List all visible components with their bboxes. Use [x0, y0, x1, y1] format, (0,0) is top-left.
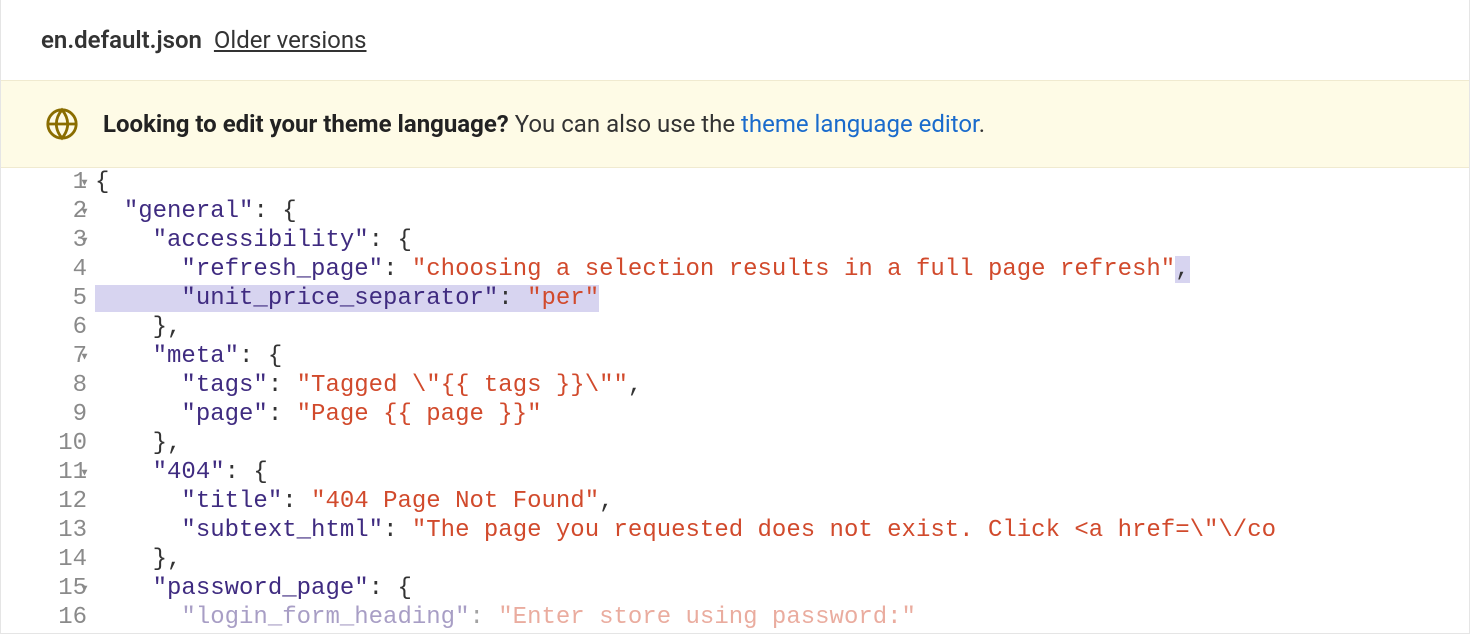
globe-icon [45, 107, 79, 141]
line-number: 12 [1, 487, 87, 516]
file-header: en.default.json Older versions [1, 0, 1469, 80]
code-line[interactable]: }, [95, 313, 1469, 342]
line-number: 7▾ [1, 342, 87, 371]
code-line[interactable]: "accessibility": { [95, 226, 1469, 255]
line-number: 16 [1, 603, 87, 632]
line-number: 14 [1, 545, 87, 574]
line-number: 8 [1, 371, 87, 400]
code-line[interactable]: "subtext_html": "The page you requested … [95, 516, 1469, 545]
line-number: 15▾ [1, 574, 87, 603]
line-number: 13 [1, 516, 87, 545]
line-number: 1▾ [1, 168, 87, 197]
code-line[interactable]: }, [95, 545, 1469, 574]
code-content[interactable]: { "general": { "accessibility": { "refre… [95, 168, 1469, 632]
code-line[interactable]: "password_page": { [95, 574, 1469, 603]
code-line[interactable]: { [95, 168, 1469, 197]
code-line[interactable]: "meta": { [95, 342, 1469, 371]
code-line[interactable]: "tags": "Tagged \"{{ tags }}\"", [95, 371, 1469, 400]
code-line[interactable]: "general": { [95, 197, 1469, 226]
fold-chevron-icon[interactable]: ▾ [80, 342, 89, 371]
code-line[interactable]: "title": "404 Page Not Found", [95, 487, 1469, 516]
code-line[interactable]: "login_form_heading": "Enter store using… [95, 603, 1469, 632]
code-line[interactable]: "page": "Page {{ page }}" [95, 400, 1469, 429]
fold-chevron-icon[interactable]: ▾ [80, 197, 89, 226]
line-number: 3▾ [1, 226, 87, 255]
line-number: 6 [1, 313, 87, 342]
banner-text: Looking to edit your theme language? You… [103, 110, 985, 138]
language-edit-banner: Looking to edit your theme language? You… [1, 80, 1469, 168]
fold-chevron-icon[interactable]: ▾ [80, 168, 89, 197]
filename: en.default.json [41, 26, 202, 54]
line-number: 11▾ [1, 458, 87, 487]
fold-chevron-icon[interactable]: ▾ [80, 226, 89, 255]
line-number: 5 [1, 284, 87, 313]
line-number: 9 [1, 400, 87, 429]
code-line[interactable]: }, [95, 429, 1469, 458]
fold-chevron-icon[interactable]: ▾ [80, 458, 89, 487]
code-line[interactable]: "unit_price_separator": "per" [95, 284, 1469, 313]
code-line[interactable]: "refresh_page": "choosing a selection re… [95, 255, 1469, 284]
code-editor[interactable]: 1▾2▾3▾4567▾891011▾12131415▾16 { "general… [1, 168, 1469, 632]
line-number-gutter: 1▾2▾3▾4567▾891011▾12131415▾16 [1, 168, 95, 632]
fold-chevron-icon[interactable]: ▾ [80, 574, 89, 603]
line-number: 4 [1, 255, 87, 284]
line-number: 2▾ [1, 197, 87, 226]
line-number: 10 [1, 429, 87, 458]
older-versions-link[interactable]: Older versions [214, 26, 367, 54]
code-line[interactable]: "404": { [95, 458, 1469, 487]
theme-language-editor-link[interactable]: theme language editor [741, 110, 979, 138]
